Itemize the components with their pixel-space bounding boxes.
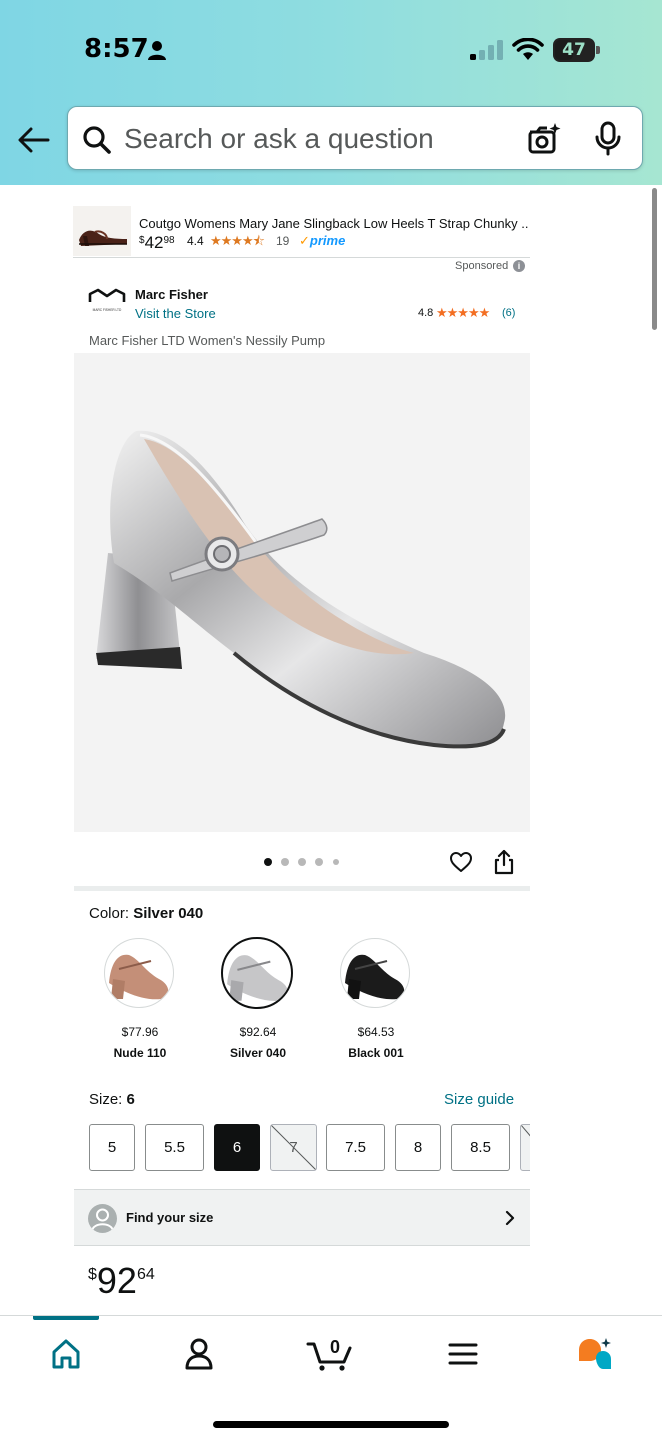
section-divider xyxy=(74,886,530,891)
avatar xyxy=(88,1204,117,1233)
product-title: Marc Fisher LTD Women's Nessily Pump xyxy=(89,333,326,348)
person-icon xyxy=(148,41,166,60)
home-icon[interactable] xyxy=(50,1336,82,1372)
color-label: Color: Silver 040 xyxy=(89,905,204,922)
chevron-right-icon xyxy=(505,1210,515,1226)
home-indicator xyxy=(213,1421,449,1428)
product-image[interactable] xyxy=(74,353,530,832)
color-option-black[interactable]: $64.53 Black 001 xyxy=(317,936,435,1066)
cart-count: 0 xyxy=(330,1337,340,1357)
battery-indicator: 47 xyxy=(553,38,601,62)
size-option[interactable]: 8 xyxy=(395,1124,441,1171)
carousel-dot[interactable] xyxy=(264,858,272,866)
size-option-more[interactable] xyxy=(520,1124,530,1171)
camera-search-icon[interactable] xyxy=(526,121,562,157)
cart-icon[interactable]: 0 xyxy=(306,1336,354,1372)
carousel-dot[interactable] xyxy=(281,858,289,866)
size-option-selected[interactable]: 6 xyxy=(214,1124,260,1171)
search-icon xyxy=(83,126,111,154)
size-option[interactable]: 7.5 xyxy=(326,1124,385,1171)
sponsored-product-ad[interactable]: Coutgo Womens Mary Jane Slingback Low He… xyxy=(73,204,530,258)
back-arrow-icon[interactable] xyxy=(16,122,52,158)
search-bar[interactable] xyxy=(67,106,643,170)
battery-level: 47 xyxy=(562,40,586,60)
signal-icon xyxy=(470,40,503,60)
top-header: 8:57 47 xyxy=(0,0,662,185)
size-option-unavailable[interactable]: 7 xyxy=(270,1124,317,1171)
size-option[interactable]: 5.5 xyxy=(145,1124,204,1171)
menu-icon[interactable] xyxy=(448,1336,478,1372)
share-icon[interactable] xyxy=(493,849,515,875)
brand-logo-text: MARC FISHER LTD xyxy=(93,308,122,312)
selected-size: 6 xyxy=(126,1091,135,1108)
size-label: Size: 6 xyxy=(89,1091,135,1108)
silver-mary-jane-shoe-image xyxy=(96,430,506,749)
selected-color: Silver 040 xyxy=(133,905,204,922)
bottom-navigation: 0 xyxy=(0,1315,662,1440)
size-option[interactable]: 5 xyxy=(89,1124,135,1171)
search-input[interactable] xyxy=(124,119,504,159)
info-icon[interactable]: i xyxy=(513,260,525,272)
ad-review-count: 19 xyxy=(276,234,290,248)
color-swatch-image[interactable] xyxy=(221,937,293,1009)
heart-icon[interactable] xyxy=(449,850,473,874)
product-price: $9264 xyxy=(88,1260,155,1301)
nav-active-indicator xyxy=(33,1316,99,1320)
color-option-silver[interactable]: $92.64 Silver 040 xyxy=(199,936,317,1066)
page-scrollbar[interactable] xyxy=(652,188,657,330)
ad-star-rating: ★★★★⯪ xyxy=(210,233,265,248)
brand-rating-value: 4.8 xyxy=(418,307,434,319)
size-guide-link[interactable]: Size guide xyxy=(444,1091,514,1108)
brand-review-count[interactable]: (6) xyxy=(502,307,515,319)
find-your-size-label: Find your size xyxy=(126,1210,214,1225)
color-option-nude[interactable]: $77.96 Nude 110 xyxy=(81,936,199,1066)
size-option[interactable]: 8.5 xyxy=(451,1124,510,1171)
color-swatch-image[interactable] xyxy=(340,938,410,1008)
prime-badge: ✓prime xyxy=(299,233,346,248)
brand-name: Marc Fisher xyxy=(135,287,208,302)
status-time: 8:57 xyxy=(84,34,149,64)
ad-price: $4298 xyxy=(139,233,175,252)
find-your-size-row[interactable]: Find your size xyxy=(74,1189,530,1246)
carousel-dot[interactable] xyxy=(315,858,323,866)
ad-product-thumbnail[interactable] xyxy=(73,206,131,256)
sponsored-label: Sponsored xyxy=(455,260,509,272)
color-option-name: Silver 040 xyxy=(229,1046,287,1060)
ad-rating-value: 4.4 xyxy=(187,234,204,248)
color-option-price: $77.96 xyxy=(121,1025,159,1039)
brand-star-rating[interactable]: ★★★★★ xyxy=(436,305,490,321)
carousel-dot[interactable] xyxy=(333,859,339,865)
microphone-icon[interactable] xyxy=(594,121,622,157)
color-option-name: Nude 110 xyxy=(113,1046,167,1060)
color-option-price: $64.53 xyxy=(357,1025,395,1039)
account-icon[interactable] xyxy=(183,1336,215,1372)
color-option-price: $92.64 xyxy=(239,1025,277,1039)
color-option-name: Black 001 xyxy=(348,1046,404,1060)
ad-product-title[interactable]: Coutgo Womens Mary Jane Slingback Low He… xyxy=(139,216,529,231)
size-options: 5 5.5 6 7 7.5 8 8.5 xyxy=(74,1123,530,1173)
color-swatch-image[interactable] xyxy=(104,938,174,1008)
visit-store-link[interactable]: Visit the Store xyxy=(135,306,216,321)
carousel-dot[interactable] xyxy=(298,858,306,866)
wifi-icon xyxy=(512,38,544,60)
rufus-assistant-icon[interactable] xyxy=(576,1336,614,1372)
brand-logo[interactable]: MARC FISHER LTD xyxy=(88,286,126,318)
